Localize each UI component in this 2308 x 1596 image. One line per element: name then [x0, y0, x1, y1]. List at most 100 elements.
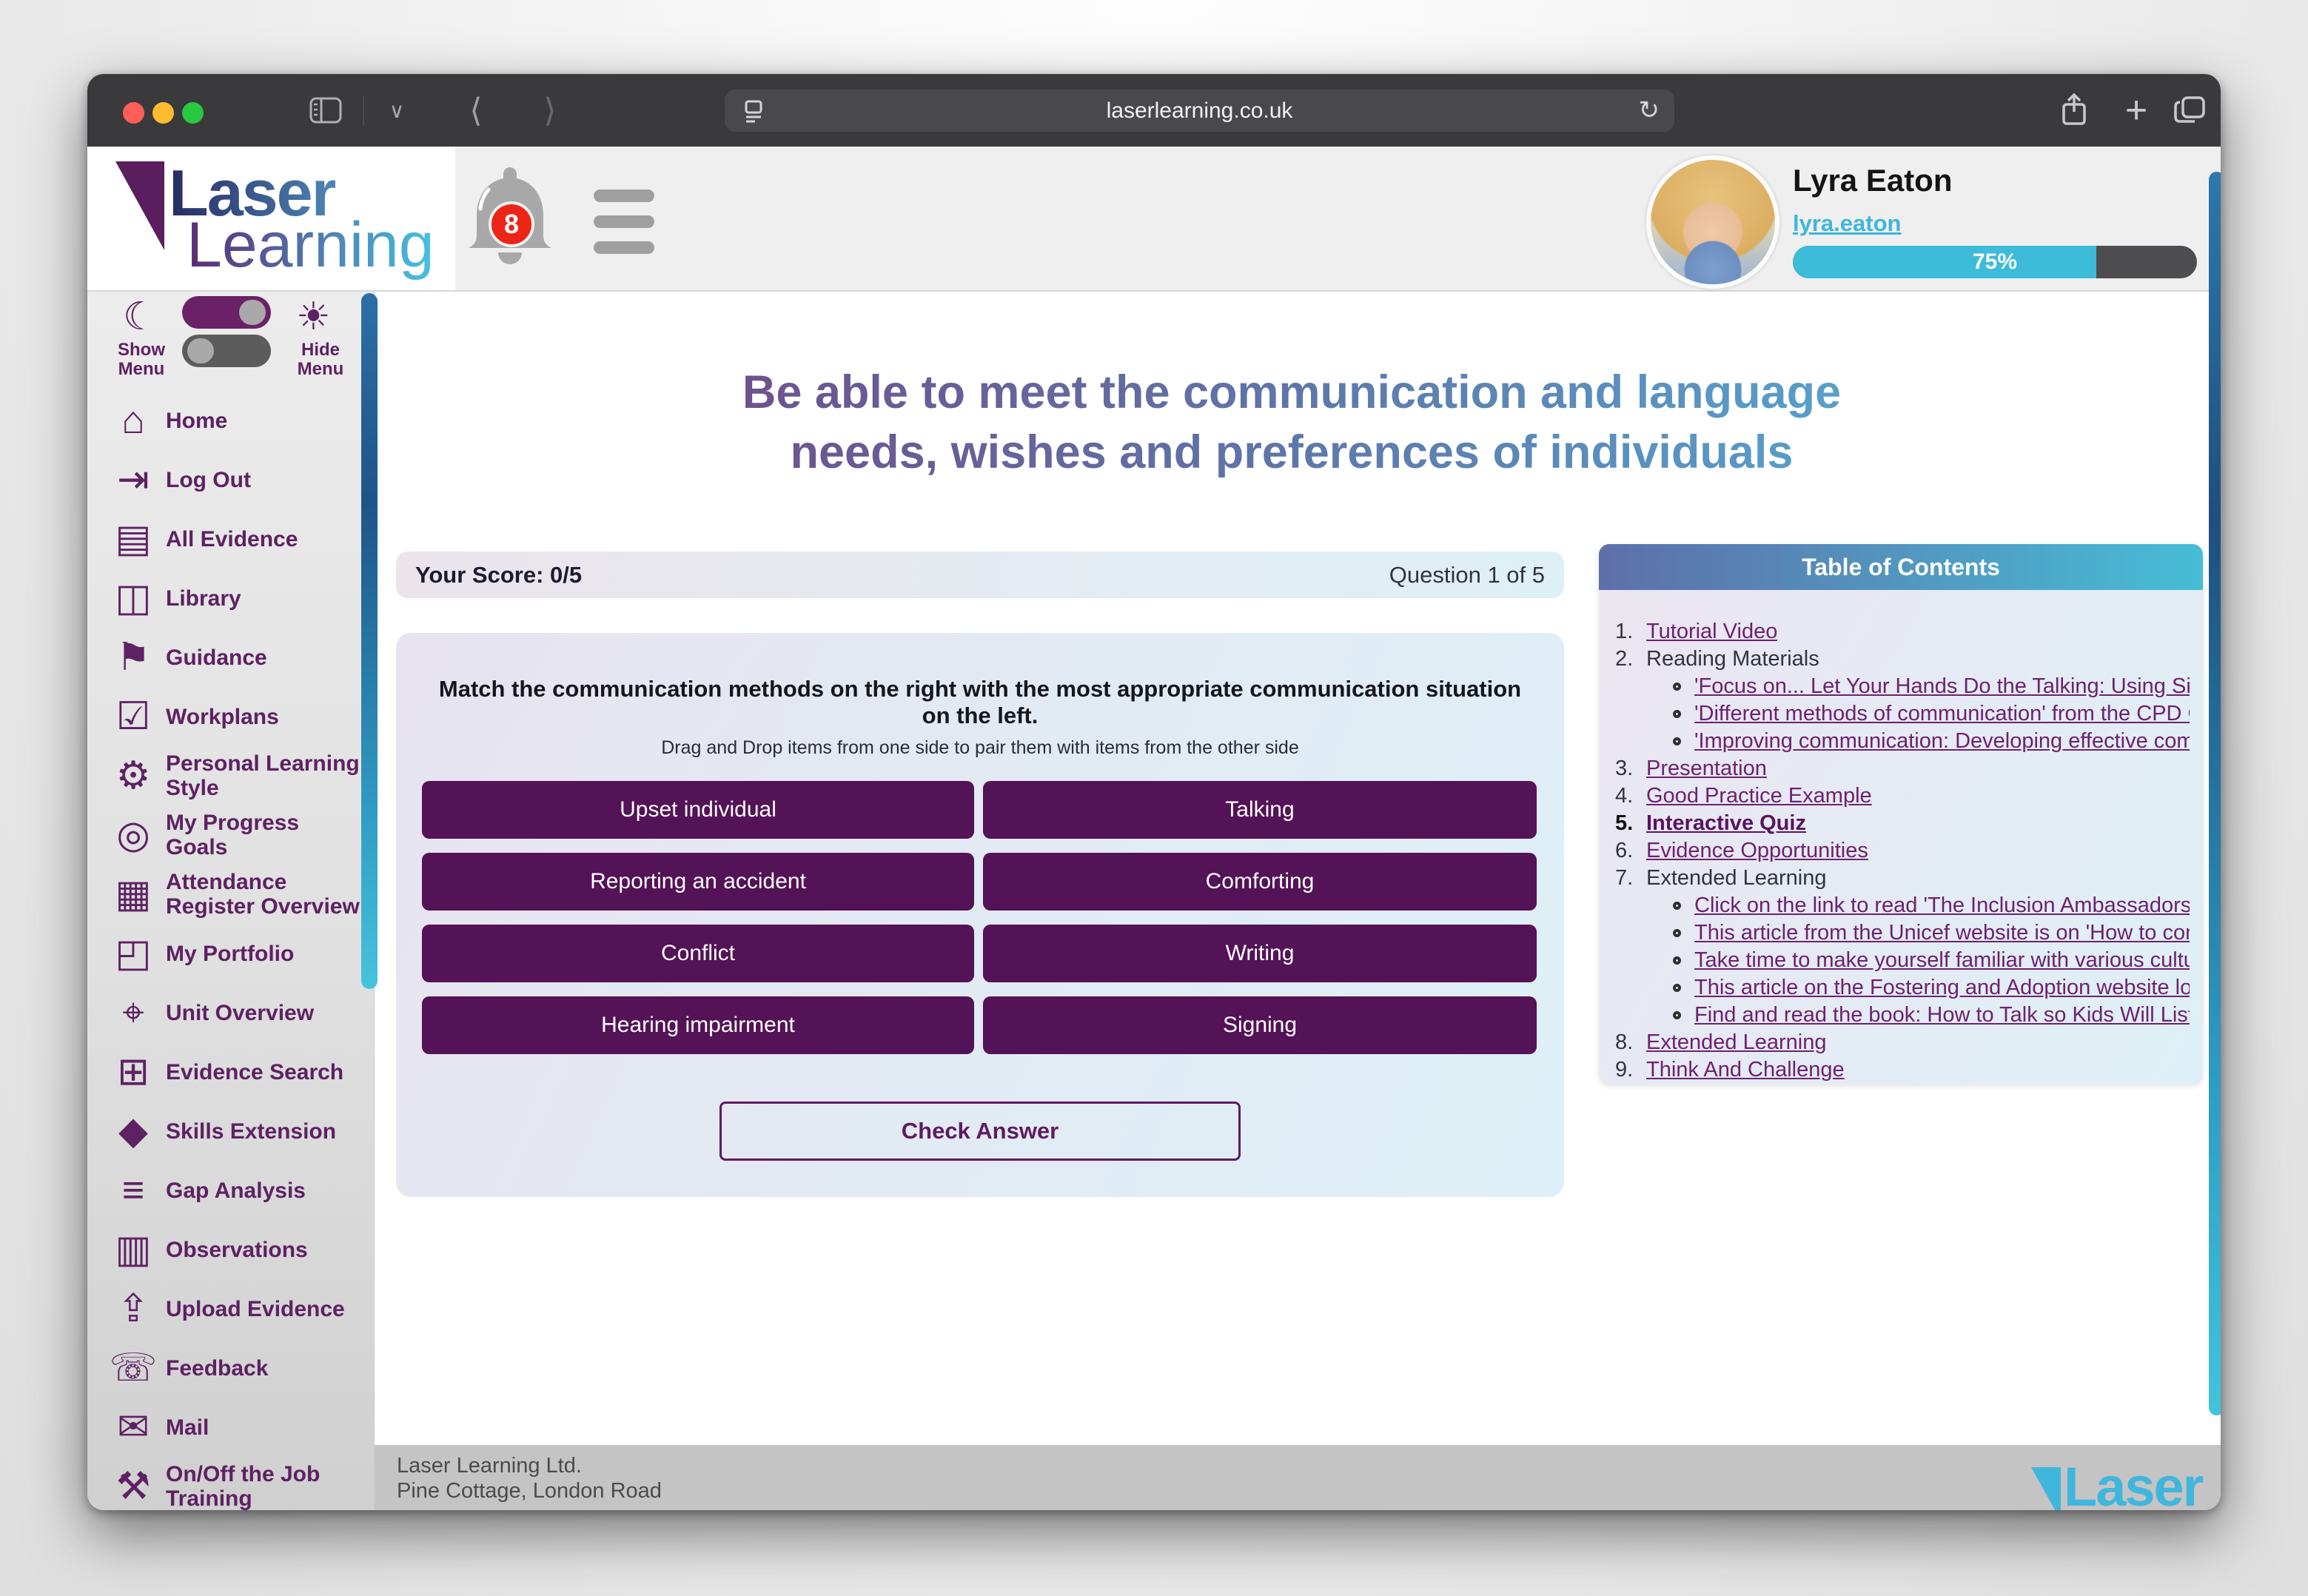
minimize-window-button[interactable] — [152, 102, 174, 124]
toc-entry-text: Good Practice Example — [1646, 784, 1872, 808]
notifications-button[interactable]: 8 — [463, 163, 557, 275]
toc-entry[interactable]: 8. Extended Learning — [1615, 1029, 2190, 1056]
toc-entry[interactable]: This article on the Fostering and Adopti… — [1615, 974, 2190, 1002]
tab-overview-icon[interactable] — [2166, 74, 2213, 147]
toc-entry[interactable]: 'Different methods of communication' fro… — [1615, 700, 2190, 728]
method-tile[interactable]: Writing — [983, 925, 1537, 982]
sidebar-item[interactable]: ☑ Workplans — [87, 687, 375, 746]
reload-icon[interactable]: ↻ — [1639, 95, 1660, 125]
feedback-icon: ☏ — [107, 1346, 160, 1390]
hamburger-menu-button[interactable] — [594, 190, 654, 267]
situation-tile[interactable]: Hearing impairment — [422, 996, 974, 1054]
sidebar-item-label: Guidance — [160, 646, 360, 670]
toc-entry-text: Extended Learning — [1646, 1030, 1826, 1055]
toc-entry[interactable]: 6. Evidence Opportunities — [1615, 837, 2190, 865]
sidebar-item-label: Feedback — [160, 1356, 360, 1381]
sidebar-item-label: Library — [160, 586, 360, 611]
sidebar-item[interactable]: ◫ Library — [87, 569, 375, 628]
toc-entry[interactable]: 1. Tutorial Video — [1615, 618, 2190, 646]
toc-bullet-icon — [1673, 984, 1681, 992]
forward-button[interactable]: ⟩ — [531, 74, 568, 147]
sidebar-item[interactable]: ◎ My Progress Goals — [87, 805, 375, 865]
sidebar-item[interactable]: ☏ Feedback — [87, 1338, 375, 1398]
method-tile[interactable]: Signing — [983, 996, 1537, 1054]
site-header: Laser Learning 8 Lyra Eaton lyra.eaton 7… — [87, 147, 2221, 292]
toc-bullet-icon — [1673, 1011, 1681, 1019]
sidebar-item-label: Observations — [160, 1238, 360, 1262]
zoom-window-button[interactable] — [182, 102, 204, 124]
sidebar-item[interactable]: ▥ Observations — [87, 1220, 375, 1279]
sidebar-item-label: My Progress Goals — [160, 811, 360, 859]
chevron-down-icon[interactable]: ∨ — [382, 74, 412, 147]
toc-entry[interactable]: 2. Reading Materials — [1615, 646, 2190, 673]
sidebar-item[interactable]: ≡ Gap Analysis — [87, 1161, 375, 1220]
page-footer: Laser Learning Ltd. Pine Cottage, London… — [375, 1445, 2221, 1510]
back-button[interactable]: ⟨ — [457, 74, 494, 147]
method-tile[interactable]: Talking — [983, 781, 1537, 839]
toc-entry[interactable]: 7. Extended Learning — [1615, 865, 2190, 892]
quiz-panel: Match the communication methods on the r… — [396, 633, 1564, 1197]
close-window-button[interactable] — [123, 102, 144, 124]
sidebar-item-label: All Evidence — [160, 527, 360, 551]
toc-entry[interactable]: Find and read the book: How to Talk so K… — [1615, 1002, 2190, 1029]
sidebar-item[interactable]: ◰ My Portfolio — [87, 924, 375, 983]
sidebar-scrollbar[interactable] — [361, 293, 378, 989]
sidebar-toggle-icon[interactable] — [303, 74, 348, 147]
my-portfolio-icon: ◰ — [107, 931, 160, 976]
toc-bullet-icon — [1673, 902, 1681, 910]
toc-entry[interactable]: 4. Good Practice Example — [1615, 782, 2190, 810]
situation-tile[interactable]: Reporting an accident — [422, 853, 974, 911]
toc-entry-number: 7. — [1615, 866, 1646, 891]
sidebar-item[interactable]: ▦ Attendance Register Overview — [87, 865, 375, 924]
sidebar-item[interactable]: ⌂ Home — [87, 391, 375, 450]
address-bar[interactable]: laserlearning.co.uk ↻ — [725, 90, 1674, 132]
share-icon[interactable] — [2050, 74, 2098, 147]
toc-entry[interactable]: Take time to make yourself familiar with… — [1615, 947, 2190, 974]
sidebar-item[interactable]: ⊞ Evidence Search — [87, 1042, 375, 1102]
footer-address: Pine Cottage, London Road — [397, 1479, 662, 1503]
check-answer-button[interactable]: Check Answer — [719, 1102, 1241, 1161]
hamburger-bar — [594, 190, 654, 202]
sidebar-item[interactable]: ✉ Mail — [87, 1398, 375, 1457]
sidebar-item[interactable]: ◆ Skills Extension — [87, 1102, 375, 1161]
sun-icon: ☀ — [296, 295, 331, 339]
sidebar-item-label: Evidence Search — [160, 1060, 360, 1084]
toc-entry[interactable]: This article from the Unicef website is … — [1615, 919, 2190, 947]
sidebar-item-label: Attendance Register Overview — [160, 870, 360, 919]
toc-entry[interactable]: 'Focus on... Let Your Hands Do the Talki… — [1615, 673, 2190, 700]
gap-analysis-icon: ≡ — [107, 1168, 160, 1213]
toc-entry-number: 9. — [1615, 1058, 1646, 1082]
logo-word-learning: Learning — [187, 209, 435, 282]
sidebar-item[interactable]: ⇥ Log Out — [87, 450, 375, 509]
page-scrollbar[interactable] — [2209, 172, 2221, 1415]
progress-percent-label: 75% — [1793, 246, 2197, 278]
logout-icon: ⇥ — [107, 457, 160, 502]
sidebar-item[interactable]: ⚙ Personal Learning Style — [87, 746, 375, 805]
sidebar-item[interactable]: ⚒ On/Off the Job Training — [87, 1457, 375, 1510]
situation-tile[interactable]: Conflict — [422, 925, 974, 982]
menu-toggle-on[interactable] — [182, 296, 271, 329]
toc-entry[interactable]: 3. Presentation — [1615, 755, 2190, 782]
toc-bullet-icon — [1673, 956, 1681, 965]
toc-entry[interactable]: Click on the link to read 'The Inclusion… — [1615, 892, 2190, 919]
toc-entry[interactable]: 'Improving communication: Developing eff… — [1615, 728, 2190, 755]
avatar[interactable] — [1646, 155, 1779, 289]
quiz-instruction: Match the communication methods on the r… — [426, 676, 1534, 729]
laser-learning-logo[interactable]: Laser Learning — [115, 160, 434, 278]
sidebar-item[interactable]: ▤ All Evidence — [87, 509, 375, 569]
user-profile-link[interactable]: lyra.eaton — [1793, 210, 1901, 237]
method-tile[interactable]: Comforting — [983, 853, 1537, 911]
toc-entry[interactable]: 5. Interactive Quiz — [1615, 810, 2190, 837]
sidebar-item[interactable]: ⌖ Unit Overview — [87, 983, 375, 1042]
progress-bar: 75% — [1793, 246, 2197, 278]
new-tab-button[interactable]: + — [2114, 74, 2158, 147]
sidebar-item[interactable]: ⚑ Guidance — [87, 628, 375, 687]
situation-tile[interactable]: Upset individual — [422, 781, 974, 839]
toc-entry[interactable]: 9. Think And Challenge — [1615, 1056, 2190, 1084]
sidebar-item-label: Log Out — [160, 468, 360, 492]
toc-bullet-icon — [1673, 929, 1681, 937]
sidebar-item[interactable]: ⇪ Upload Evidence — [87, 1279, 375, 1338]
menu-toggle-off[interactable] — [182, 335, 271, 367]
sidebar-item-label: On/Off the Job Training — [160, 1462, 360, 1510]
toc-entry-text: This article on the Fostering and Adopti… — [1694, 976, 2190, 1000]
